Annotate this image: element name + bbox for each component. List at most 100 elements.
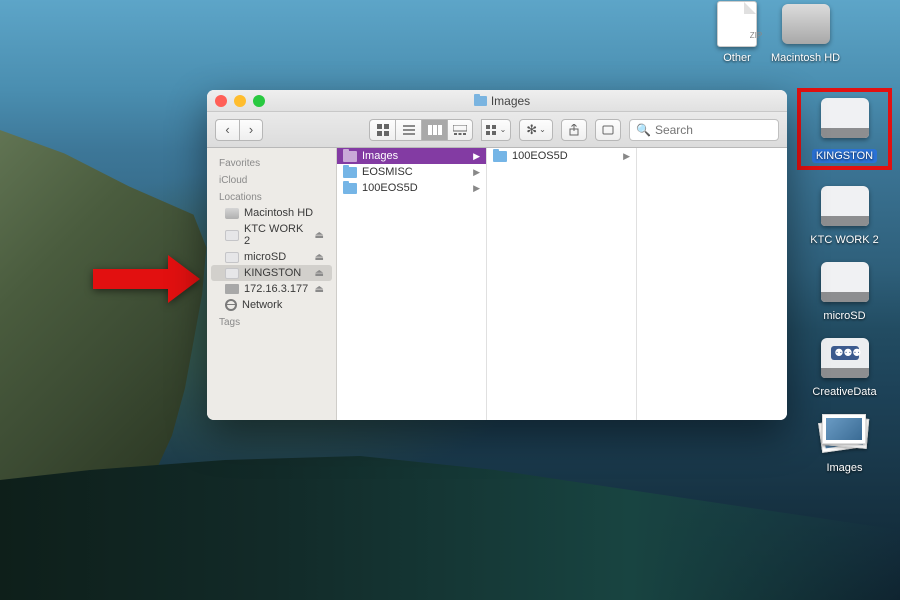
arrange-button[interactable]: ⌄: [481, 119, 511, 141]
eject-icon[interactable]: ⏏: [315, 230, 324, 241]
desktop-icon-label: Macintosh HD: [771, 52, 840, 64]
drive-icon: [225, 268, 239, 279]
column-browser: Images▶ EOSMISC ▶ 100EOS5D ▶ 100EOS5D ▶: [337, 148, 787, 420]
search-field[interactable]: 🔍: [629, 119, 779, 141]
chevron-right-icon: ▶: [623, 151, 630, 162]
drive-icon: [225, 252, 239, 263]
desktop-icon-label: Other: [707, 52, 767, 64]
tag-icon: [602, 125, 614, 135]
view-icon-button[interactable]: [369, 119, 395, 141]
sidebar-item-172-16-3-177[interactable]: 172.16.3.177 ⏏: [211, 281, 332, 297]
view-mode-switch: [369, 119, 473, 141]
desktop-icon-label: KINGSTON: [812, 149, 877, 163]
folder-icon: [474, 96, 487, 106]
desktop-icon-other[interactable]: Other: [707, 0, 767, 64]
view-list-button[interactable]: [395, 119, 421, 141]
sidebar-item-network[interactable]: Network: [211, 297, 332, 313]
column-item-100eos5d[interactable]: 100EOS5D ▶: [487, 148, 636, 164]
desktop-icon-label: microSD: [797, 310, 892, 322]
zip-drive-icon: [707, 0, 767, 48]
arrange-group: ⌄: [481, 119, 511, 141]
nav-buttons: ‹ ›: [215, 119, 263, 141]
internal-drive-icon: [776, 0, 836, 48]
back-button[interactable]: ‹: [215, 119, 239, 141]
column-item-100eos5d[interactable]: 100EOS5D ▶: [337, 180, 486, 196]
view-gallery-button[interactable]: [447, 119, 473, 141]
sidebar-item-label: KTC WORK 2: [244, 223, 310, 247]
drive-icon: [225, 284, 239, 294]
column-item-label: 100EOS5D: [362, 182, 418, 194]
column-1: 100EOS5D ▶: [487, 148, 637, 420]
arrange-icon: [486, 125, 498, 135]
desktop-icons-column: OtherMacintosh HDKINGSTONKTC WORK 2micro…: [797, 0, 892, 486]
eject-icon[interactable]: ⏏: [315, 268, 324, 279]
drive-icon: [225, 230, 239, 241]
view-column-button[interactable]: [421, 119, 447, 141]
sidebar-item-label: 172.16.3.177: [244, 283, 308, 295]
sidebar-item-label: KINGSTON: [244, 267, 301, 279]
sidebar-item-kingston[interactable]: KINGSTON ⏏: [211, 265, 332, 281]
photos-drive-icon: [815, 410, 875, 458]
folder-icon: [343, 183, 357, 194]
desktop-icon-microsd[interactable]: microSD: [797, 258, 892, 322]
window-title: Images: [265, 94, 739, 108]
share-button[interactable]: [561, 119, 587, 141]
zoom-button[interactable]: [253, 95, 265, 107]
chevron-right-icon: ▶: [473, 167, 480, 178]
external-drive-icon: [815, 258, 875, 306]
column-item-label: EOSMISC: [362, 166, 413, 178]
columns-icon: [428, 125, 442, 135]
sidebar-item-macintosh-hd[interactable]: Macintosh HD: [211, 205, 332, 221]
folder-icon: [493, 151, 507, 162]
tags-button[interactable]: [595, 119, 621, 141]
grid-icon: [377, 124, 389, 136]
sidebar-header: Locations: [207, 188, 336, 205]
list-icon: [403, 125, 415, 135]
column-item-label: 100EOS5D: [512, 150, 568, 162]
desktop-icon-kingston[interactable]: KINGSTON: [797, 88, 892, 170]
chevron-down-icon: ⌄: [539, 125, 546, 134]
search-input[interactable]: [655, 123, 772, 137]
toolbar: ‹ › ⌄ ✻ ⌄: [207, 112, 787, 148]
action-menu-button[interactable]: ✻ ⌄: [519, 119, 553, 141]
sidebar-header: iCloud: [207, 171, 336, 188]
column-item-images[interactable]: Images▶: [337, 148, 486, 164]
finder-window: Images ‹ › ⌄: [207, 90, 787, 420]
column-item-eosmisc[interactable]: EOSMISC ▶: [337, 164, 486, 180]
arrow-shaft: [93, 269, 168, 289]
sidebar-item-label: Macintosh HD: [244, 207, 313, 219]
chevron-down-icon: ⌄: [500, 125, 507, 134]
desktop-icon-ktc-work-2[interactable]: KTC WORK 2: [797, 182, 892, 246]
gear-icon: ✻: [526, 122, 537, 138]
arrow-head: [168, 255, 200, 303]
drive-icon: [225, 299, 237, 311]
desktop-icon-label: Images: [797, 462, 892, 474]
column-2: [637, 148, 787, 420]
share-icon: [569, 124, 579, 136]
sidebar-item-label: microSD: [244, 251, 286, 263]
traffic-lights: [215, 95, 265, 107]
sidebar-item-label: Network: [242, 299, 282, 311]
gallery-icon: [453, 125, 467, 135]
network-drive-icon: ⚉⚉⚉: [815, 334, 875, 382]
close-button[interactable]: [215, 95, 227, 107]
chevron-right-icon: ▶: [473, 183, 480, 194]
eject-icon[interactable]: ⏏: [315, 252, 324, 263]
sidebar: FavoritesiCloudLocations Macintosh HD KTC …: [207, 148, 337, 420]
search-icon: 🔍: [636, 123, 651, 137]
titlebar[interactable]: Images: [207, 90, 787, 112]
external-drive-icon: [815, 94, 875, 142]
annotation-arrow: [93, 255, 200, 303]
sidebar-item-ktc-work-2[interactable]: KTC WORK 2 ⏏: [211, 221, 332, 249]
folder-icon: [343, 167, 357, 178]
minimize-button[interactable]: [234, 95, 246, 107]
window-body: FavoritesiCloudLocations Macintosh HD KTC …: [207, 148, 787, 420]
sidebar-item-microsd[interactable]: microSD ⏏: [211, 249, 332, 265]
forward-button[interactable]: ›: [239, 119, 263, 141]
sidebar-header: Favorites: [207, 154, 336, 171]
desktop-icon-images-stack[interactable]: Images: [797, 410, 892, 474]
folder-icon: [343, 151, 357, 162]
eject-icon[interactable]: ⏏: [315, 284, 324, 295]
desktop-icon-creativedata[interactable]: ⚉⚉⚉CreativeData: [797, 334, 892, 398]
desktop-icon-macintosh-hd[interactable]: Macintosh HD: [771, 0, 840, 64]
